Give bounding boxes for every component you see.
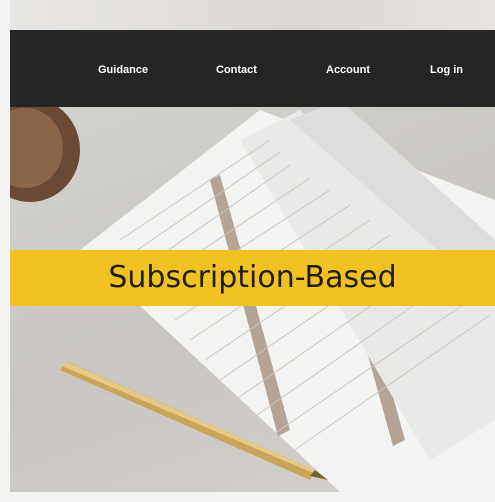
nav-link-log-in[interactable]: Log in (430, 60, 463, 80)
hero-banner: Subscription-Based (10, 250, 495, 306)
nav-link-account[interactable]: Account (326, 60, 370, 80)
page-frame: Guidance Contact Account Log in Subscrip… (0, 0, 495, 502)
nav-link-guidance[interactable]: Guidance (98, 60, 148, 80)
nav-link-contact[interactable]: Contact (216, 60, 257, 80)
top-navbar: Guidance Contact Account Log in (10, 30, 495, 107)
hero-banner-title: Subscription-Based (108, 260, 397, 295)
